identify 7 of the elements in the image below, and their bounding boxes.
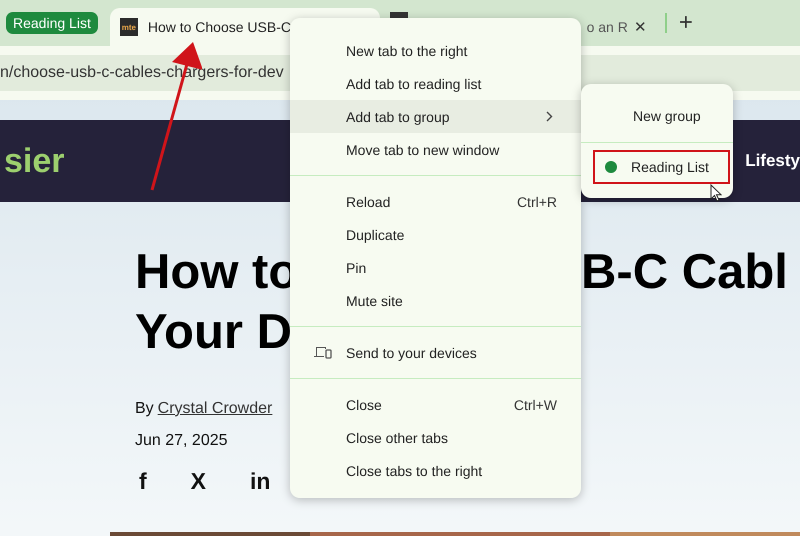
favicon-icon: mte [120,18,138,36]
byline-label: By [135,400,154,418]
publish-date: Jun 27, 2025 [135,432,228,450]
tab-title: o an R [586,19,628,35]
headline-text: Your D [135,304,292,361]
headline-text: B-C Cabl [581,244,788,301]
tab-title: How to Choose USB-C [148,19,291,35]
